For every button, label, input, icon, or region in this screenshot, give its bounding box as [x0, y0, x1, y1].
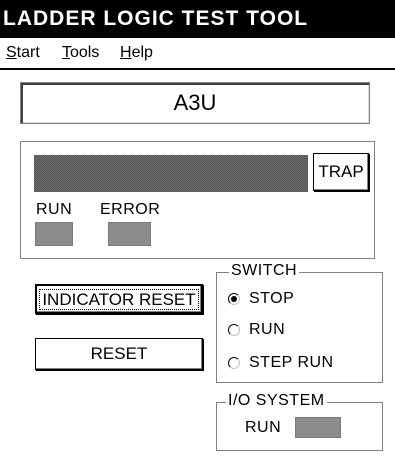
trap-status-bar: [34, 155, 308, 192]
cpu-model-display: A3U: [20, 82, 370, 124]
indicator-reset-button[interactable]: INDICATOR RESET: [35, 284, 203, 314]
radio-run-label: RUN: [249, 321, 286, 338]
radio-run[interactable]: [228, 324, 240, 336]
menu-help[interactable]: Help: [120, 44, 153, 62]
run-label: RUN: [36, 201, 73, 218]
error-indicator-lamp: [108, 222, 151, 246]
io-run-indicator-lamp: [295, 417, 341, 438]
menu-bar: Start Tools Help: [0, 38, 395, 70]
indicator-reset-label: INDICATOR RESET: [39, 289, 199, 310]
trap-button[interactable]: TRAP: [313, 153, 369, 191]
io-system-title: I/O SYSTEM: [226, 392, 327, 410]
io-run-label: RUN: [245, 419, 282, 436]
ladder-logic-test-tool-window: LADDER LOGIC TEST TOOL Start Tools Help …: [0, 0, 395, 456]
title-bar[interactable]: LADDER LOGIC TEST TOOL: [0, 0, 395, 38]
menu-tools[interactable]: Tools: [62, 44, 99, 62]
window-title: LADDER LOGIC TEST TOOL: [3, 7, 309, 30]
radio-stop-label: STOP: [249, 290, 295, 307]
reset-button[interactable]: RESET: [35, 338, 203, 370]
error-label: ERROR: [100, 201, 161, 218]
switch-option-stop[interactable]: STOP: [228, 289, 294, 309]
radio-stop[interactable]: [228, 293, 240, 305]
radio-step-run[interactable]: [228, 357, 240, 369]
switch-option-run[interactable]: RUN: [228, 320, 285, 340]
menu-start[interactable]: Start: [6, 44, 40, 62]
run-indicator-lamp: [35, 222, 73, 246]
switch-group-title: SWITCH: [229, 262, 300, 280]
radio-step-run-label: STEP RUN: [249, 354, 334, 371]
switch-option-step-run[interactable]: STEP RUN: [228, 353, 334, 373]
